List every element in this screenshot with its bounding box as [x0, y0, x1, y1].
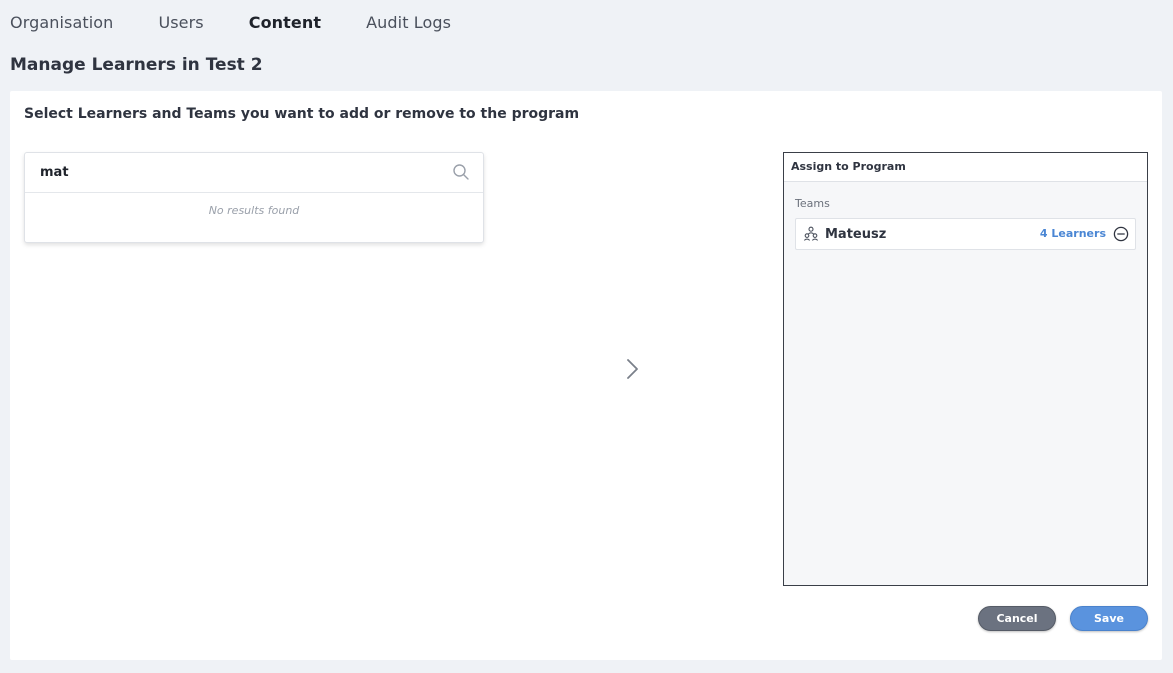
assign-panel: Assign to Program Teams Mateusz 4 Learne… — [783, 152, 1148, 586]
minus-circle-icon[interactable] — [1113, 226, 1129, 242]
assign-panel-header: Assign to Program — [784, 153, 1147, 182]
team-icon — [803, 226, 819, 241]
tab-content[interactable]: Content — [249, 12, 321, 34]
tab-users[interactable]: Users — [158, 12, 203, 34]
cancel-button[interactable]: Cancel — [978, 606, 1056, 631]
search-input-row — [25, 153, 483, 193]
team-name: Mateusz — [825, 226, 887, 242]
chevron-right-icon[interactable] — [622, 356, 642, 382]
search-icon[interactable] — [452, 163, 470, 181]
tab-organisation[interactable]: Organisation — [10, 12, 113, 34]
team-learner-count-link[interactable]: 4 Learners — [1040, 227, 1106, 240]
manage-learners-card: Select Learners and Teams you want to ad… — [10, 91, 1162, 660]
team-row: Mateusz 4 Learners — [795, 218, 1136, 250]
assign-panel-body: Teams Mateusz 4 Learners — [784, 182, 1147, 585]
search-dropdown: No results found — [24, 152, 484, 243]
save-button[interactable]: Save — [1070, 606, 1148, 631]
no-results-message: No results found — [208, 204, 300, 217]
teams-section-label: Teams — [795, 197, 830, 210]
instructions-text: Select Learners and Teams you want to ad… — [24, 106, 580, 122]
page-title: Manage Learners in Test 2 — [10, 55, 263, 75]
top-nav: Organisation Users Content Audit Logs — [10, 12, 496, 34]
tab-audit-logs[interactable]: Audit Logs — [366, 12, 451, 34]
search-input[interactable] — [25, 153, 483, 192]
